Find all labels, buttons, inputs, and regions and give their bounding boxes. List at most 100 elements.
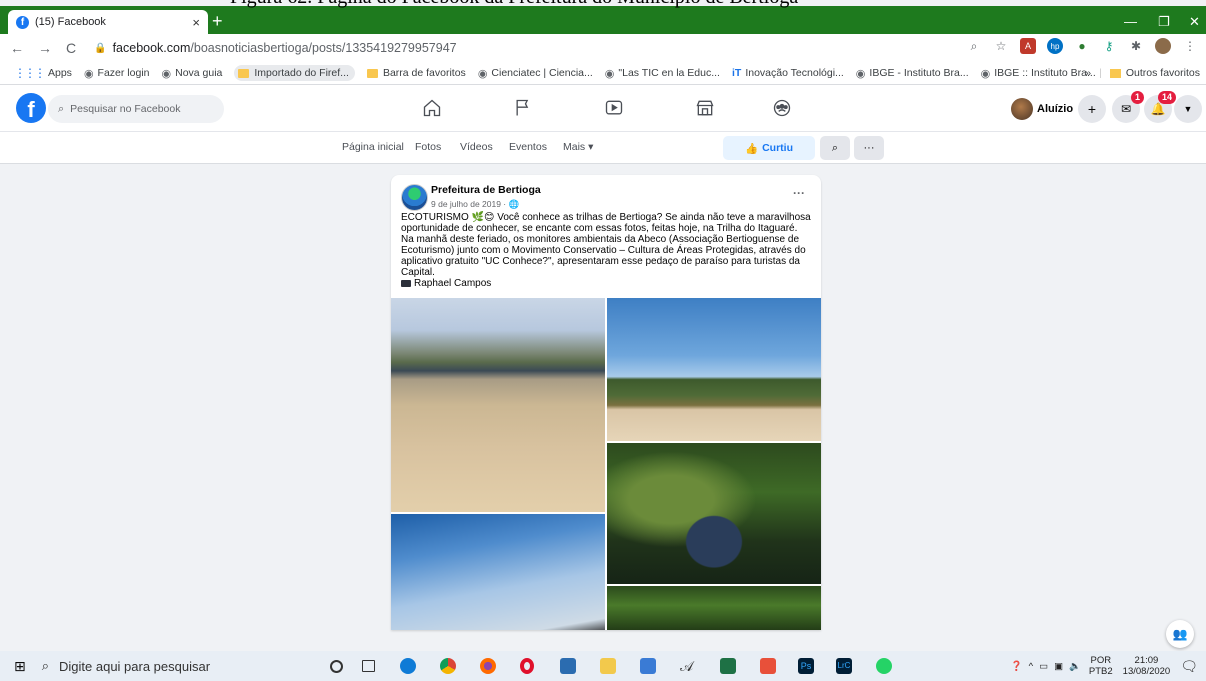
- watch-video-icon[interactable]: [600, 96, 628, 120]
- post-options-icon[interactable]: ···: [793, 186, 805, 200]
- messenger-button[interactable]: ✉ 1: [1112, 91, 1144, 123]
- post-photo-beach-forest[interactable]: [607, 298, 821, 441]
- post-author[interactable]: Prefeitura de Bertioga: [431, 184, 541, 196]
- pages-flag-icon[interactable]: [509, 96, 537, 120]
- post-photo-beach-dunes[interactable]: [391, 298, 605, 512]
- reload-icon[interactable]: C: [66, 40, 76, 56]
- facebook-search-input[interactable]: ⌕ Pesquisar no Facebook: [48, 95, 224, 123]
- clock-date: 13/08/2020: [1122, 666, 1171, 677]
- excel-icon[interactable]: [720, 658, 736, 674]
- bookmark-item[interactable]: ◉ "Las TIC en la Educ...: [605, 67, 720, 80]
- tab-home[interactable]: Página inicial: [342, 141, 404, 153]
- signature-app-icon[interactable]: 𝒜: [680, 658, 696, 674]
- language-indicator[interactable]: POR PTB2: [1089, 655, 1113, 677]
- facebook-header: f ⌕ Pesquisar no Facebook Aluízio + ✉ 1 …: [0, 85, 1206, 132]
- url-path: /boasnoticiasbertioga/posts/133541927995…: [190, 41, 457, 55]
- create-button[interactable]: +: [1078, 95, 1106, 123]
- page-avatar[interactable]: [401, 184, 428, 211]
- battery-icon[interactable]: ▭: [1039, 661, 1048, 672]
- pdf-extension-icon[interactable]: A: [1020, 38, 1036, 54]
- clock[interactable]: 21:09 13/08/2020: [1123, 655, 1171, 677]
- star-icon[interactable]: ☆: [993, 38, 1009, 54]
- post-photo-trail-hikers[interactable]: [607, 443, 821, 584]
- bookmark-folder[interactable]: Importado do Firef...: [234, 65, 355, 81]
- bookmarks-overflow-button[interactable]: »: [1085, 67, 1091, 79]
- new-tab-button[interactable]: +: [212, 12, 223, 30]
- chrome-icon[interactable]: [440, 658, 456, 674]
- url-field[interactable]: 🔒 facebook.com /boasnoticiasbertioga/pos…: [94, 37, 456, 59]
- new-message-fab[interactable]: 👥: [1166, 620, 1194, 648]
- close-window-icon[interactable]: ✕: [1189, 14, 1200, 30]
- notifications-center-icon[interactable]: 🗨: [1180, 658, 1198, 675]
- tab-title: (15) Facebook: [35, 16, 106, 28]
- bookmark-item[interactable]: ◉ Fazer login: [84, 67, 150, 80]
- page-search-button[interactable]: ⌕: [820, 136, 850, 160]
- marketplace-icon[interactable]: [691, 96, 719, 120]
- post-photo-sky[interactable]: [391, 514, 605, 630]
- bookmark-item[interactable]: ◉ Cienciatec | Ciencia...: [478, 67, 593, 80]
- key-extension-icon[interactable]: ⚷: [1101, 38, 1117, 54]
- file-explorer-icon[interactable]: [600, 658, 616, 674]
- whatsapp-icon[interactable]: [876, 658, 892, 674]
- back-icon[interactable]: ←: [10, 40, 24, 56]
- zoom-icon[interactable]: ⌕: [966, 38, 982, 54]
- chrome-menu-icon[interactable]: ⋮: [1182, 38, 1198, 54]
- lightroom-icon[interactable]: LrC: [836, 658, 852, 674]
- extension-icon[interactable]: ●: [1074, 38, 1090, 54]
- bookmark-folder[interactable]: Barra de favoritos: [366, 67, 466, 79]
- page-subnav: Página inicial Fotos Vídeos Eventos Mais…: [0, 132, 1206, 164]
- network-icon[interactable]: ▣: [1054, 661, 1063, 672]
- windows-start-icon[interactable]: ⊞: [14, 658, 26, 675]
- facebook-logo-icon[interactable]: f: [16, 93, 46, 123]
- address-bar: ← → C 🔒 facebook.com /boasnoticiasbertio…: [0, 34, 1206, 62]
- bookmark-item[interactable]: ◉ Nova guia: [162, 67, 223, 80]
- bookmark-item[interactable]: iT Inovação Tecnológi...: [732, 67, 844, 79]
- profile-shortcut[interactable]: Aluízio: [1011, 95, 1073, 122]
- calculator-icon[interactable]: [560, 658, 576, 674]
- account-menu-button[interactable]: ▼: [1174, 95, 1202, 123]
- camera-icon: [401, 280, 411, 287]
- post-photo-forest-phone[interactable]: [607, 586, 821, 630]
- post-date[interactable]: 9 de julho de 2019 · 🌐: [431, 199, 519, 210]
- apps-grid-icon: ⋮⋮⋮: [14, 66, 46, 80]
- hp-extension-icon[interactable]: hp: [1047, 38, 1063, 54]
- liked-button[interactable]: 👍 Curtiu: [723, 136, 815, 160]
- firefox-icon[interactable]: [480, 658, 496, 674]
- bookmarks-overflow: » | Outros favoritos: [1085, 67, 1200, 79]
- home-icon[interactable]: [418, 96, 446, 120]
- more-dots-icon: ···: [863, 142, 875, 154]
- minimize-icon[interactable]: —: [1124, 14, 1137, 29]
- bookmark-apps[interactable]: ⋮⋮⋮ Apps: [14, 66, 72, 80]
- browser-tab[interactable]: f (15) Facebook ×: [8, 10, 208, 34]
- bookmark-item[interactable]: ◉ IBGE :: Instituto Bra...: [981, 67, 1096, 80]
- photo-credit: Raphael Campos: [401, 278, 491, 289]
- notes-app-icon[interactable]: [640, 658, 656, 674]
- bookmark-item[interactable]: ◉ IBGE - Instituto Bra...: [856, 67, 969, 80]
- forward-icon[interactable]: →: [38, 40, 52, 56]
- edge-icon[interactable]: [400, 658, 416, 674]
- volume-icon[interactable]: 🔈: [1069, 661, 1081, 672]
- notifications-badge: 14: [1157, 91, 1176, 104]
- maximize-icon[interactable]: ❐: [1158, 14, 1170, 30]
- taskbar-search-placeholder: Digite aqui para pesquisar: [59, 658, 211, 674]
- notifications-button[interactable]: 🔔 14: [1144, 91, 1176, 123]
- tab-videos[interactable]: Vídeos: [460, 141, 493, 153]
- image-app-icon[interactable]: [760, 658, 776, 674]
- help-icon[interactable]: ❓: [1011, 661, 1023, 672]
- post-card: Prefeitura de Bertioga 9 de julho de 201…: [391, 175, 821, 630]
- tab-photos[interactable]: Fotos: [415, 141, 441, 153]
- tab-more[interactable]: Mais ▾: [563, 141, 593, 153]
- cortana-icon[interactable]: [330, 660, 343, 673]
- profile-avatar-icon[interactable]: [1155, 38, 1171, 54]
- page-more-button[interactable]: ···: [854, 136, 884, 160]
- chevron-up-icon[interactable]: ^: [1029, 661, 1033, 672]
- puzzle-icon[interactable]: ✱: [1128, 38, 1144, 54]
- taskbar-search-input[interactable]: ⌕ Digite aqui para pesquisar: [42, 651, 317, 681]
- tab-close-icon[interactable]: ×: [192, 15, 200, 30]
- tab-events[interactable]: Eventos: [509, 141, 547, 153]
- photoshop-icon[interactable]: Ps: [798, 658, 814, 674]
- task-view-icon[interactable]: [362, 660, 375, 672]
- other-bookmarks[interactable]: Outros favoritos: [1126, 67, 1200, 79]
- opera-icon[interactable]: [520, 658, 534, 674]
- groups-icon[interactable]: [768, 96, 796, 120]
